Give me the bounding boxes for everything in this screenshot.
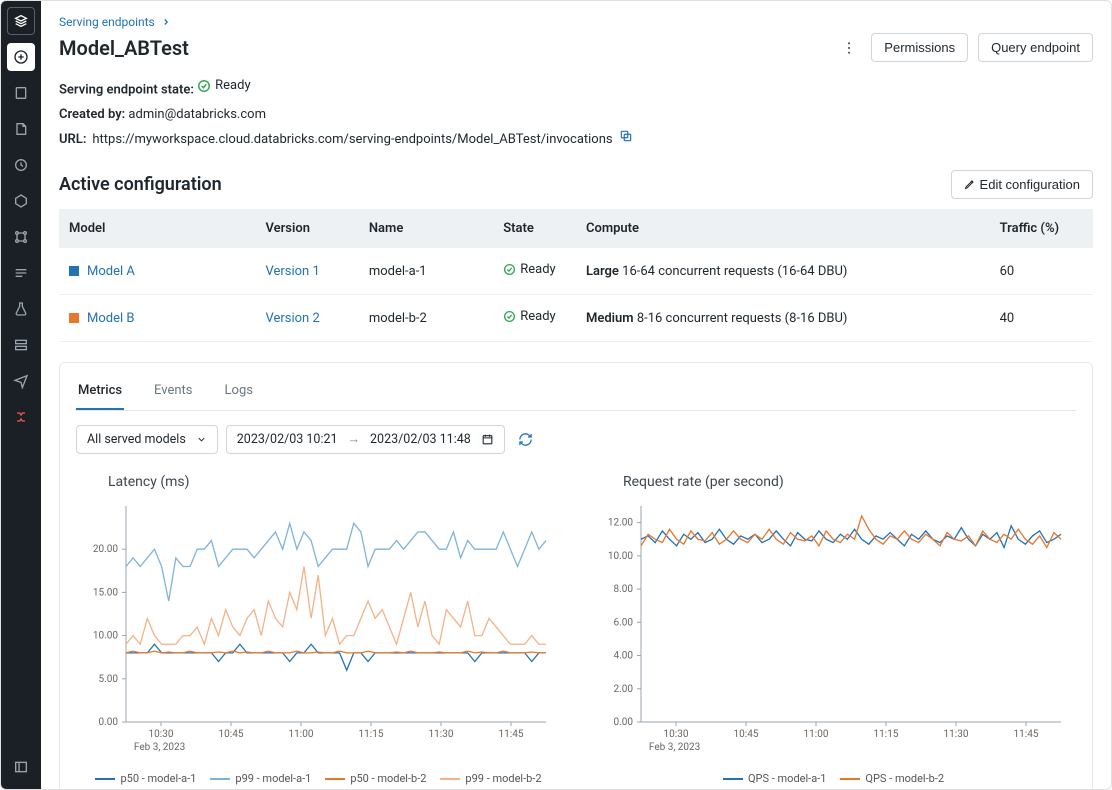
svg-text:10.00: 10.00 — [608, 551, 633, 562]
table-row: Model BVersion 2model-b-2 ReadyMedium 8-… — [59, 295, 1093, 342]
svg-text:5.00: 5.00 — [99, 674, 119, 685]
refresh-icon[interactable] — [513, 427, 539, 453]
config-title: Active configuration — [59, 174, 222, 195]
arrow-right-icon: → — [348, 432, 361, 447]
svg-text:11:30: 11:30 — [429, 729, 454, 740]
model-link[interactable]: Model B — [87, 311, 134, 326]
svg-text:15.00: 15.00 — [93, 588, 118, 599]
chart-title-latency: Latency (ms) — [108, 474, 561, 490]
page-title: Model_ABTest — [59, 36, 189, 60]
svg-text:11:00: 11:00 — [804, 729, 829, 740]
col-name: Name — [359, 209, 493, 248]
config-table: Model Version Name State Compute Traffic… — [59, 209, 1093, 342]
clusters-icon[interactable] — [7, 223, 35, 251]
state-badge: Ready — [197, 74, 250, 99]
svg-text:Feb 3, 2023: Feb 3, 2023 — [134, 742, 185, 753]
breadcrumb-parent[interactable]: Serving endpoints — [59, 15, 155, 29]
state-value: Ready — [215, 74, 250, 99]
copy-icon[interactable] — [619, 128, 633, 153]
model-link[interactable]: Model A — [87, 264, 135, 279]
menu-collapse-icon[interactable] — [7, 753, 35, 781]
models-icon[interactable] — [7, 367, 35, 395]
edit-config-button[interactable]: Edit configuration — [951, 170, 1093, 199]
chevron-right-icon — [161, 17, 171, 27]
svg-text:0.00: 0.00 — [614, 717, 634, 728]
recents-icon[interactable] — [7, 151, 35, 179]
calendar-icon — [481, 433, 494, 446]
svg-text:11:30: 11:30 — [944, 729, 969, 740]
svg-text:0.00: 0.00 — [99, 717, 119, 728]
state-label: Serving endpoint state: — [59, 82, 194, 97]
legend-item: p99 - model-a-1 — [210, 772, 311, 785]
latency-legend: p50 - model-a-1 p99 - model-a-1 p50 - mode… — [76, 772, 561, 785]
created-label: Created by: — [59, 107, 125, 122]
chevron-down-icon — [196, 434, 207, 445]
svg-text:11:45: 11:45 — [1014, 729, 1039, 740]
tab-metrics[interactable]: Metrics — [76, 373, 124, 410]
version-link[interactable]: Version 1 — [265, 264, 319, 279]
more-menu-icon[interactable] — [837, 36, 861, 60]
table-row: Model AVersion 1model-a-1 ReadyLarge 16-… — [59, 248, 1093, 295]
url-value: https://myworkspace.cloud.databricks.com… — [92, 128, 612, 153]
tab-events[interactable]: Events — [152, 373, 194, 410]
svg-text:8.00: 8.00 — [614, 584, 634, 595]
latency-chart: 0.00 5.00 10.00 15.00 20.00 10:30 10:45 11:00 11… — [76, 500, 556, 760]
sidebar — [1, 1, 41, 789]
created-value: admin@databricks.com — [128, 107, 266, 122]
date-range-picker[interactable]: 2023/02/03 10:21 → 2023/02/03 11:48 — [226, 425, 505, 454]
col-traffic: Traffic (%) — [990, 209, 1093, 248]
data-icon[interactable] — [7, 187, 35, 215]
tab-logs[interactable]: Logs — [223, 373, 255, 410]
legend-item: p99 - model-b-2 — [440, 772, 541, 785]
svg-text:11:15: 11:15 — [359, 729, 384, 740]
legend-item: QPS - model-a-1 — [723, 772, 826, 785]
feature-store-icon[interactable] — [7, 331, 35, 359]
permissions-button[interactable]: Permissions — [871, 33, 968, 62]
check-circle-icon — [197, 79, 211, 93]
pencil-icon — [964, 178, 976, 190]
query-endpoint-button[interactable]: Query endpoint — [978, 33, 1093, 62]
svg-text:4.00: 4.00 — [614, 651, 634, 662]
qps-legend: QPS - model-a-1 QPS - model-b-2 — [591, 772, 1076, 785]
svg-text:10:45: 10:45 — [219, 729, 244, 740]
qps-chart: 0.00 2.00 4.00 6.00 8.00 10.00 12.00 10:30 10:45… — [591, 500, 1071, 760]
svg-text:10:30: 10:30 — [664, 729, 689, 740]
svg-text:10:45: 10:45 — [734, 729, 759, 740]
svg-text:Feb 3, 2023: Feb 3, 2023 — [649, 742, 700, 753]
col-model: Model — [59, 209, 255, 248]
col-state: State — [493, 209, 576, 248]
svg-text:10:30: 10:30 — [149, 729, 174, 740]
breadcrumb: Serving endpoints — [59, 15, 1093, 29]
col-version: Version — [255, 209, 358, 248]
legend-item: p50 - model-a-1 — [95, 772, 196, 785]
svg-text:11:15: 11:15 — [874, 729, 899, 740]
serving-icon[interactable] — [7, 403, 35, 431]
repos-icon[interactable] — [7, 115, 35, 143]
logo-icon[interactable] — [7, 7, 35, 35]
legend-item: QPS - model-b-2 — [840, 772, 944, 785]
svg-text:6.00: 6.00 — [614, 618, 634, 629]
new-icon[interactable] — [7, 43, 35, 71]
svg-text:12.00: 12.00 — [608, 518, 633, 529]
version-link[interactable]: Version 2 — [265, 311, 319, 326]
models-select[interactable]: All served models — [76, 425, 218, 454]
workspace-icon[interactable] — [7, 79, 35, 107]
col-compute: Compute — [576, 209, 990, 248]
url-label: URL: — [59, 128, 86, 153]
svg-text:20.00: 20.00 — [93, 545, 118, 556]
svg-text:2.00: 2.00 — [614, 684, 634, 695]
chart-title-qps: Request rate (per second) — [623, 474, 1076, 490]
svg-text:10.00: 10.00 — [93, 631, 118, 642]
legend-item: p50 - model-b-2 — [325, 772, 426, 785]
jobs-icon[interactable] — [7, 259, 35, 287]
svg-text:11:00: 11:00 — [289, 729, 314, 740]
experiments-icon[interactable] — [7, 295, 35, 323]
metrics-panel: Metrics Events Logs All served models 20… — [59, 362, 1093, 789]
svg-text:11:45: 11:45 — [499, 729, 524, 740]
